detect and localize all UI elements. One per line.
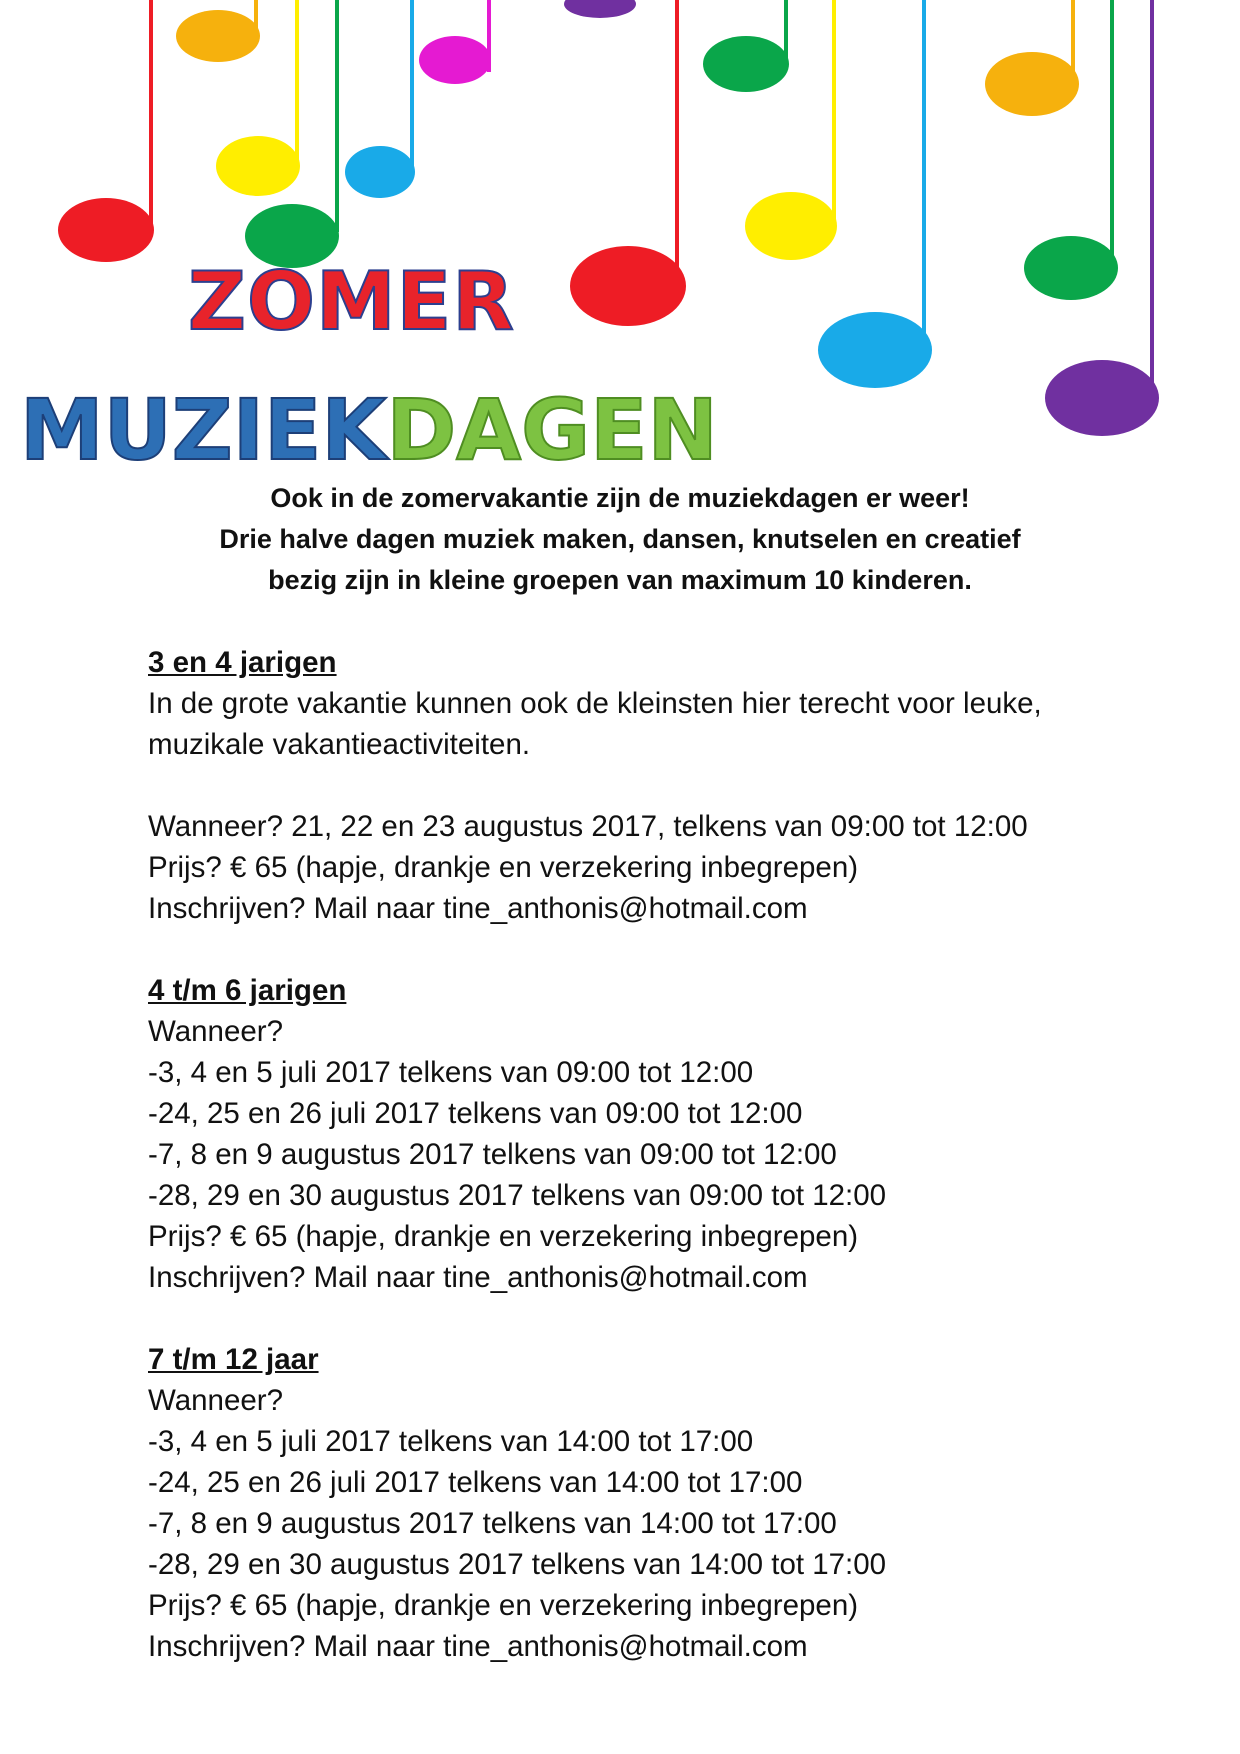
section-title: 4 t/m 6 jarigen <box>148 974 347 1007</box>
intro-line: bezig zijn in kleine groepen van maximum… <box>268 565 972 595</box>
section-4-6-jarigen: 4 t/m 6 jarigen Wanneer? -3, 4 en 5 juli… <box>148 970 1208 1298</box>
intro-text: Ook in de zomervakantie zijn de muziekda… <box>0 478 1240 601</box>
register-line: Inschrijven? Mail naar tine_anthonis@hot… <box>148 1261 808 1294</box>
price-line: Prijs? € 65 (hapje, drankje en verzekeri… <box>148 1589 859 1622</box>
date-line: -7, 8 en 9 augustus 2017 telkens van 09:… <box>148 1138 837 1171</box>
register-line: Inschrijven? Mail naar tine_anthonis@hot… <box>148 1630 808 1663</box>
intro-line: Drie halve dagen muziek maken, dansen, k… <box>219 524 1021 554</box>
title-dagen: DAGEN <box>385 381 718 479</box>
date-line: -7, 8 en 9 augustus 2017 telkens van 14:… <box>148 1507 837 1540</box>
date-line: -24, 25 en 26 juli 2017 telkens van 09:0… <box>148 1097 803 1130</box>
when-line: Wanneer? 21, 22 en 23 augustus 2017, tel… <box>148 810 1028 843</box>
title-muziek: MUZIEK <box>19 381 387 479</box>
main-content: 3 en 4 jarigen In de grote vakantie kunn… <box>148 642 1208 1708</box>
price-line: Prijs? € 65 (hapje, drankje en verzekeri… <box>148 851 859 884</box>
date-line: -24, 25 en 26 juli 2017 telkens van 14:0… <box>148 1466 803 1499</box>
title-muziekdagen: MUZIEKDAGEN <box>19 387 719 473</box>
section-3-4-jarigen: 3 en 4 jarigen In de grote vakantie kunn… <box>148 642 1208 929</box>
date-line: -28, 29 en 30 augustus 2017 telkens van … <box>148 1179 887 1212</box>
price-line: Prijs? € 65 (hapje, drankje en verzekeri… <box>148 1220 859 1253</box>
when-label: Wanneer? <box>148 1384 284 1417</box>
section-description: muzikale vakantieactiviteiten. <box>148 728 531 761</box>
section-title: 3 en 4 jarigen <box>148 646 337 679</box>
date-line: -3, 4 en 5 juli 2017 telkens van 09:00 t… <box>148 1056 754 1089</box>
when-label: Wanneer? <box>148 1015 284 1048</box>
section-title: 7 t/m 12 jaar <box>148 1343 319 1376</box>
section-7-12-jaar: 7 t/m 12 jaar Wanneer? -3, 4 en 5 juli 2… <box>148 1339 1208 1667</box>
date-line: -28, 29 en 30 augustus 2017 telkens van … <box>148 1548 887 1581</box>
register-line: Inschrijven? Mail naar tine_anthonis@hot… <box>148 892 808 925</box>
intro-line: Ook in de zomervakantie zijn de muziekda… <box>270 483 970 513</box>
title-zomer: ZOMER <box>187 255 515 348</box>
date-line: -3, 4 en 5 juli 2017 telkens van 14:00 t… <box>148 1425 754 1458</box>
section-description: In de grote vakantie kunnen ook de klein… <box>148 687 1042 720</box>
